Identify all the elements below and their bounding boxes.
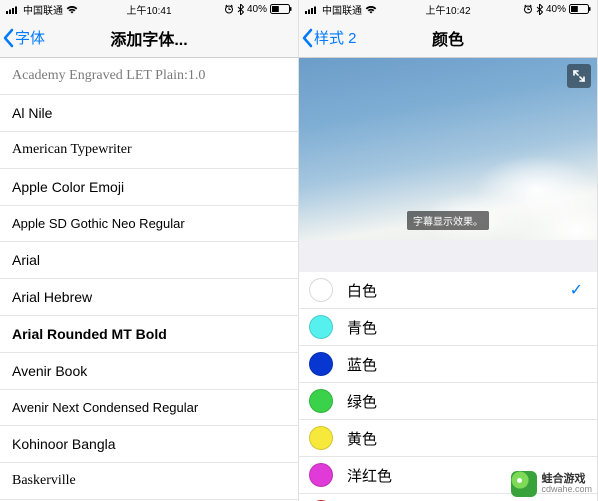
font-row[interactable]: Apple SD Gothic Neo Regular	[0, 206, 298, 242]
screen-font-list: 中国联通 上午10:41 40% 字体 添加字体... Academy Engr…	[0, 0, 299, 501]
expand-icon	[572, 69, 586, 83]
preview-caption: 字幕显示效果。	[407, 211, 489, 230]
battery-icon	[270, 4, 292, 14]
color-row[interactable]: 青色✓	[299, 309, 597, 346]
nav-bar: 样式 2 颜色	[299, 18, 597, 58]
nav-bar: 字体 添加字体...	[0, 18, 298, 58]
color-swatch-icon	[309, 426, 333, 450]
color-list[interactable]: 白色✓青色✓蓝色✓绿色✓黄色✓洋红色✓红色✓	[299, 272, 597, 501]
font-row[interactable]: Arial Rounded MT Bold	[0, 316, 298, 353]
status-time: 上午10:42	[425, 2, 470, 17]
color-row[interactable]: 洋红色✓	[299, 457, 597, 494]
font-row[interactable]: Academy Engraved LET Plain:1.0	[0, 58, 298, 95]
font-row[interactable]: Al Nile	[0, 95, 298, 132]
back-button[interactable]: 字体	[0, 27, 45, 48]
signal-icon	[305, 5, 319, 14]
status-bar: 中国联通 上午10:42 40%	[299, 0, 597, 18]
color-label: 黄色	[347, 428, 583, 449]
status-bar: 中国联通 上午10:41 40%	[0, 0, 298, 18]
font-row[interactable]: Baskerville	[0, 463, 298, 500]
battery-pct: 40%	[546, 4, 566, 15]
wifi-icon	[66, 5, 78, 14]
battery-icon	[569, 4, 591, 14]
subtitle-preview: 字幕显示效果。	[299, 58, 597, 240]
color-label: 洋红色	[347, 465, 583, 486]
alarm-icon	[523, 4, 533, 14]
color-swatch-icon	[309, 278, 333, 302]
font-list[interactable]: Academy Engraved LET Plain:1.0Al NileAme…	[0, 58, 298, 501]
back-label: 样式 2	[314, 27, 357, 48]
font-row[interactable]: Avenir Next Condensed Regular	[0, 390, 298, 426]
color-row[interactable]: 白色✓	[299, 272, 597, 309]
chevron-left-icon	[301, 28, 313, 48]
bluetooth-icon	[536, 4, 543, 15]
signal-icon	[6, 5, 20, 14]
color-row[interactable]: 黄色✓	[299, 420, 597, 457]
color-label: 青色	[347, 317, 583, 338]
font-row[interactable]: Kohinoor Bangla	[0, 426, 298, 463]
color-row[interactable]: 红色✓	[299, 494, 597, 501]
font-row[interactable]: Apple Color Emoji	[0, 169, 298, 206]
wifi-icon	[365, 5, 377, 14]
checkmark-icon: ✓	[570, 280, 583, 300]
section-gap	[299, 240, 597, 272]
color-label: 白色	[347, 280, 570, 301]
battery-pct: 40%	[247, 4, 267, 15]
carrier-label: 中国联通	[23, 2, 63, 17]
font-row[interactable]: Arial Hebrew	[0, 279, 298, 316]
font-row[interactable]: Avenir Book	[0, 353, 298, 390]
back-button[interactable]: 样式 2	[299, 27, 357, 48]
back-label: 字体	[15, 27, 45, 48]
color-row[interactable]: 蓝色✓	[299, 346, 597, 383]
color-label: 绿色	[347, 391, 583, 412]
screen-color-list: 中国联通 上午10:42 40% 样式 2 颜色	[299, 0, 598, 501]
bluetooth-icon	[237, 4, 244, 15]
alarm-icon	[224, 4, 234, 14]
font-row[interactable]: American Typewriter	[0, 132, 298, 169]
chevron-left-icon	[2, 28, 14, 48]
color-swatch-icon	[309, 352, 333, 376]
color-row[interactable]: 绿色✓	[299, 383, 597, 420]
color-label: 蓝色	[347, 354, 583, 375]
color-swatch-icon	[309, 389, 333, 413]
status-time: 上午10:41	[126, 2, 171, 17]
color-swatch-icon	[309, 315, 333, 339]
expand-button[interactable]	[567, 64, 591, 88]
font-row[interactable]: Arial	[0, 242, 298, 279]
carrier-label: 中国联通	[322, 2, 362, 17]
color-swatch-icon	[309, 463, 333, 487]
